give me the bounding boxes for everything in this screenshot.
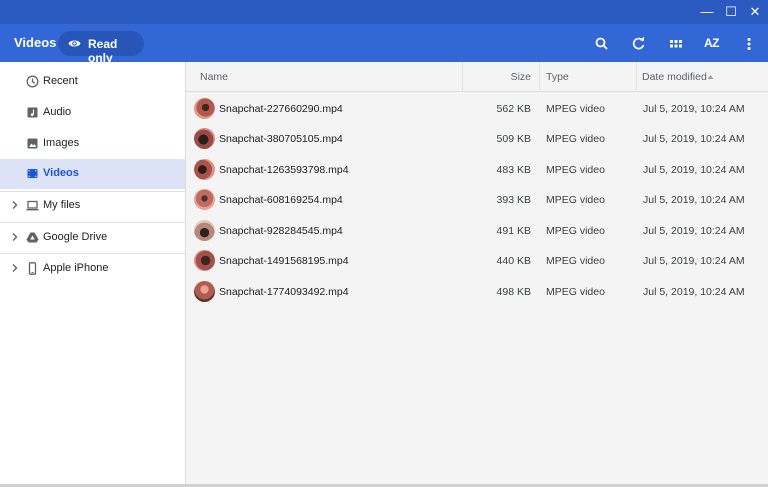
- column-header-name[interactable]: Name: [200, 71, 228, 83]
- grid-view-button[interactable]: [666, 34, 686, 54]
- table-row[interactable]: Snapchat-1774093492.mp4 498 KB MPEG vide…: [186, 276, 768, 306]
- sort-ascending-icon: [707, 75, 714, 79]
- video-icon: [27, 169, 38, 178]
- file-name: Snapchat-1491568195.mp4: [219, 255, 349, 267]
- sidebar-item-label: Images: [43, 137, 80, 149]
- sidebar-item-recent[interactable]: Recent: [0, 67, 185, 97]
- sidebar-item-my-files[interactable]: My files: [0, 191, 185, 221]
- sidebar-item-label: My files: [43, 199, 81, 211]
- sidebar-item-apple-iphone[interactable]: Apple iPhone: [0, 254, 185, 284]
- sidebar: Recent Audio Images Videos My files Goog…: [0, 62, 186, 487]
- column-header-type[interactable]: Type: [546, 71, 569, 83]
- chevron-right-icon[interactable]: [10, 199, 20, 211]
- table-row[interactable]: Snapchat-380705105.mp4 509 KB MPEG video…: [186, 123, 768, 153]
- minimize-button[interactable]: —: [697, 3, 717, 21]
- file-name: Snapchat-227660290.mp4: [219, 103, 343, 115]
- file-list: Name Size Type Date modified Snapchat-22…: [186, 62, 768, 487]
- eye-icon: [68, 40, 81, 47]
- file-date: Jul 5, 2019, 10:24 AM: [643, 164, 745, 176]
- sidebar-item-label: Videos: [43, 167, 79, 179]
- file-size: 393 KB: [496, 194, 531, 206]
- sidebar-item-label: Google Drive: [43, 231, 108, 243]
- page-title: Videos: [14, 35, 57, 50]
- refresh-icon: [632, 36, 645, 50]
- column-divider[interactable]: [636, 62, 637, 92]
- video-thumbnail: [194, 189, 215, 210]
- file-date: Jul 5, 2019, 10:24 AM: [643, 194, 745, 206]
- image-icon: [27, 138, 38, 149]
- column-header-size[interactable]: Size: [511, 71, 531, 83]
- more-vert-icon: [747, 38, 751, 50]
- file-date: Jul 5, 2019, 10:24 AM: [643, 225, 745, 237]
- file-type: MPEG video: [546, 225, 605, 237]
- table-row[interactable]: Snapchat-1263593798.mp4 483 KB MPEG vide…: [186, 154, 768, 184]
- search-icon: [595, 37, 608, 50]
- file-type: MPEG video: [546, 286, 605, 298]
- column-header-date[interactable]: Date modified: [642, 71, 707, 83]
- app-toolbar: Videos Read only AZ: [0, 24, 768, 65]
- sidebar-item-label: Apple iPhone: [43, 262, 109, 274]
- video-thumbnail: [194, 250, 215, 271]
- more-options-button[interactable]: [739, 34, 759, 54]
- sidebar-item-videos[interactable]: Videos: [0, 159, 185, 189]
- video-thumbnail: [194, 128, 215, 149]
- clock-icon: [26, 75, 39, 88]
- file-name: Snapchat-1774093492.mp4: [219, 286, 349, 298]
- file-name: Snapchat-928284545.mp4: [219, 225, 343, 237]
- grid-view-icon: [670, 40, 682, 48]
- file-name: Snapchat-1263593798.mp4: [219, 164, 349, 176]
- file-date: Jul 5, 2019, 10:24 AM: [643, 286, 745, 298]
- chevron-right-icon[interactable]: [10, 231, 20, 243]
- file-type: MPEG video: [546, 133, 605, 145]
- column-divider[interactable]: [539, 62, 540, 92]
- file-list-header: Name Size Type Date modified: [186, 62, 768, 92]
- file-type: MPEG video: [546, 103, 605, 115]
- file-size: 491 KB: [496, 225, 531, 237]
- video-thumbnail: [194, 220, 215, 241]
- file-date: Jul 5, 2019, 10:24 AM: [643, 133, 745, 145]
- table-row[interactable]: Snapchat-1491568195.mp4 440 KB MPEG vide…: [186, 245, 768, 275]
- file-type: MPEG video: [546, 164, 605, 176]
- file-type: MPEG video: [546, 194, 605, 206]
- chevron-right-icon[interactable]: [10, 262, 20, 274]
- video-thumbnail: [194, 159, 215, 180]
- table-row[interactable]: Snapchat-928284545.mp4 491 KB MPEG video…: [186, 215, 768, 245]
- video-thumbnail: [194, 281, 215, 302]
- file-date: Jul 5, 2019, 10:24 AM: [643, 255, 745, 267]
- sort-button[interactable]: AZ: [704, 36, 720, 50]
- file-size: 498 KB: [496, 286, 531, 298]
- phone-icon: [28, 262, 37, 275]
- sidebar-item-google-drive[interactable]: Google Drive: [0, 223, 185, 253]
- laptop-icon: [26, 200, 39, 211]
- file-size: 509 KB: [496, 133, 531, 145]
- sidebar-item-audio[interactable]: Audio: [0, 98, 185, 128]
- close-button[interactable]: ✕: [745, 3, 765, 21]
- column-divider[interactable]: [462, 62, 463, 92]
- table-row[interactable]: Snapchat-227660290.mp4 562 KB MPEG video…: [186, 93, 768, 123]
- file-name: Snapchat-380705105.mp4: [219, 133, 343, 145]
- sidebar-item-label: Audio: [43, 106, 72, 118]
- sidebar-item-images[interactable]: Images: [0, 129, 185, 159]
- video-thumbnail: [194, 98, 215, 119]
- file-name: Snapchat-608169254.mp4: [219, 194, 343, 206]
- file-size: 562 KB: [496, 103, 531, 115]
- file-size: 440 KB: [496, 255, 531, 267]
- audio-icon: [27, 107, 38, 118]
- table-row[interactable]: Snapchat-608169254.mp4 393 KB MPEG video…: [186, 184, 768, 214]
- drive-icon: [26, 232, 39, 243]
- search-button[interactable]: [592, 34, 612, 54]
- read-only-label: Read only: [88, 37, 118, 65]
- sidebar-item-label: Recent: [43, 75, 78, 87]
- file-size: 483 KB: [496, 164, 531, 176]
- read-only-badge[interactable]: Read only: [58, 31, 144, 65]
- refresh-button[interactable]: [629, 34, 649, 54]
- file-date: Jul 5, 2019, 10:24 AM: [643, 103, 745, 115]
- file-type: MPEG video: [546, 255, 605, 267]
- window-titlebar: — ☐ ✕: [0, 0, 768, 24]
- maximize-button[interactable]: ☐: [721, 3, 741, 21]
